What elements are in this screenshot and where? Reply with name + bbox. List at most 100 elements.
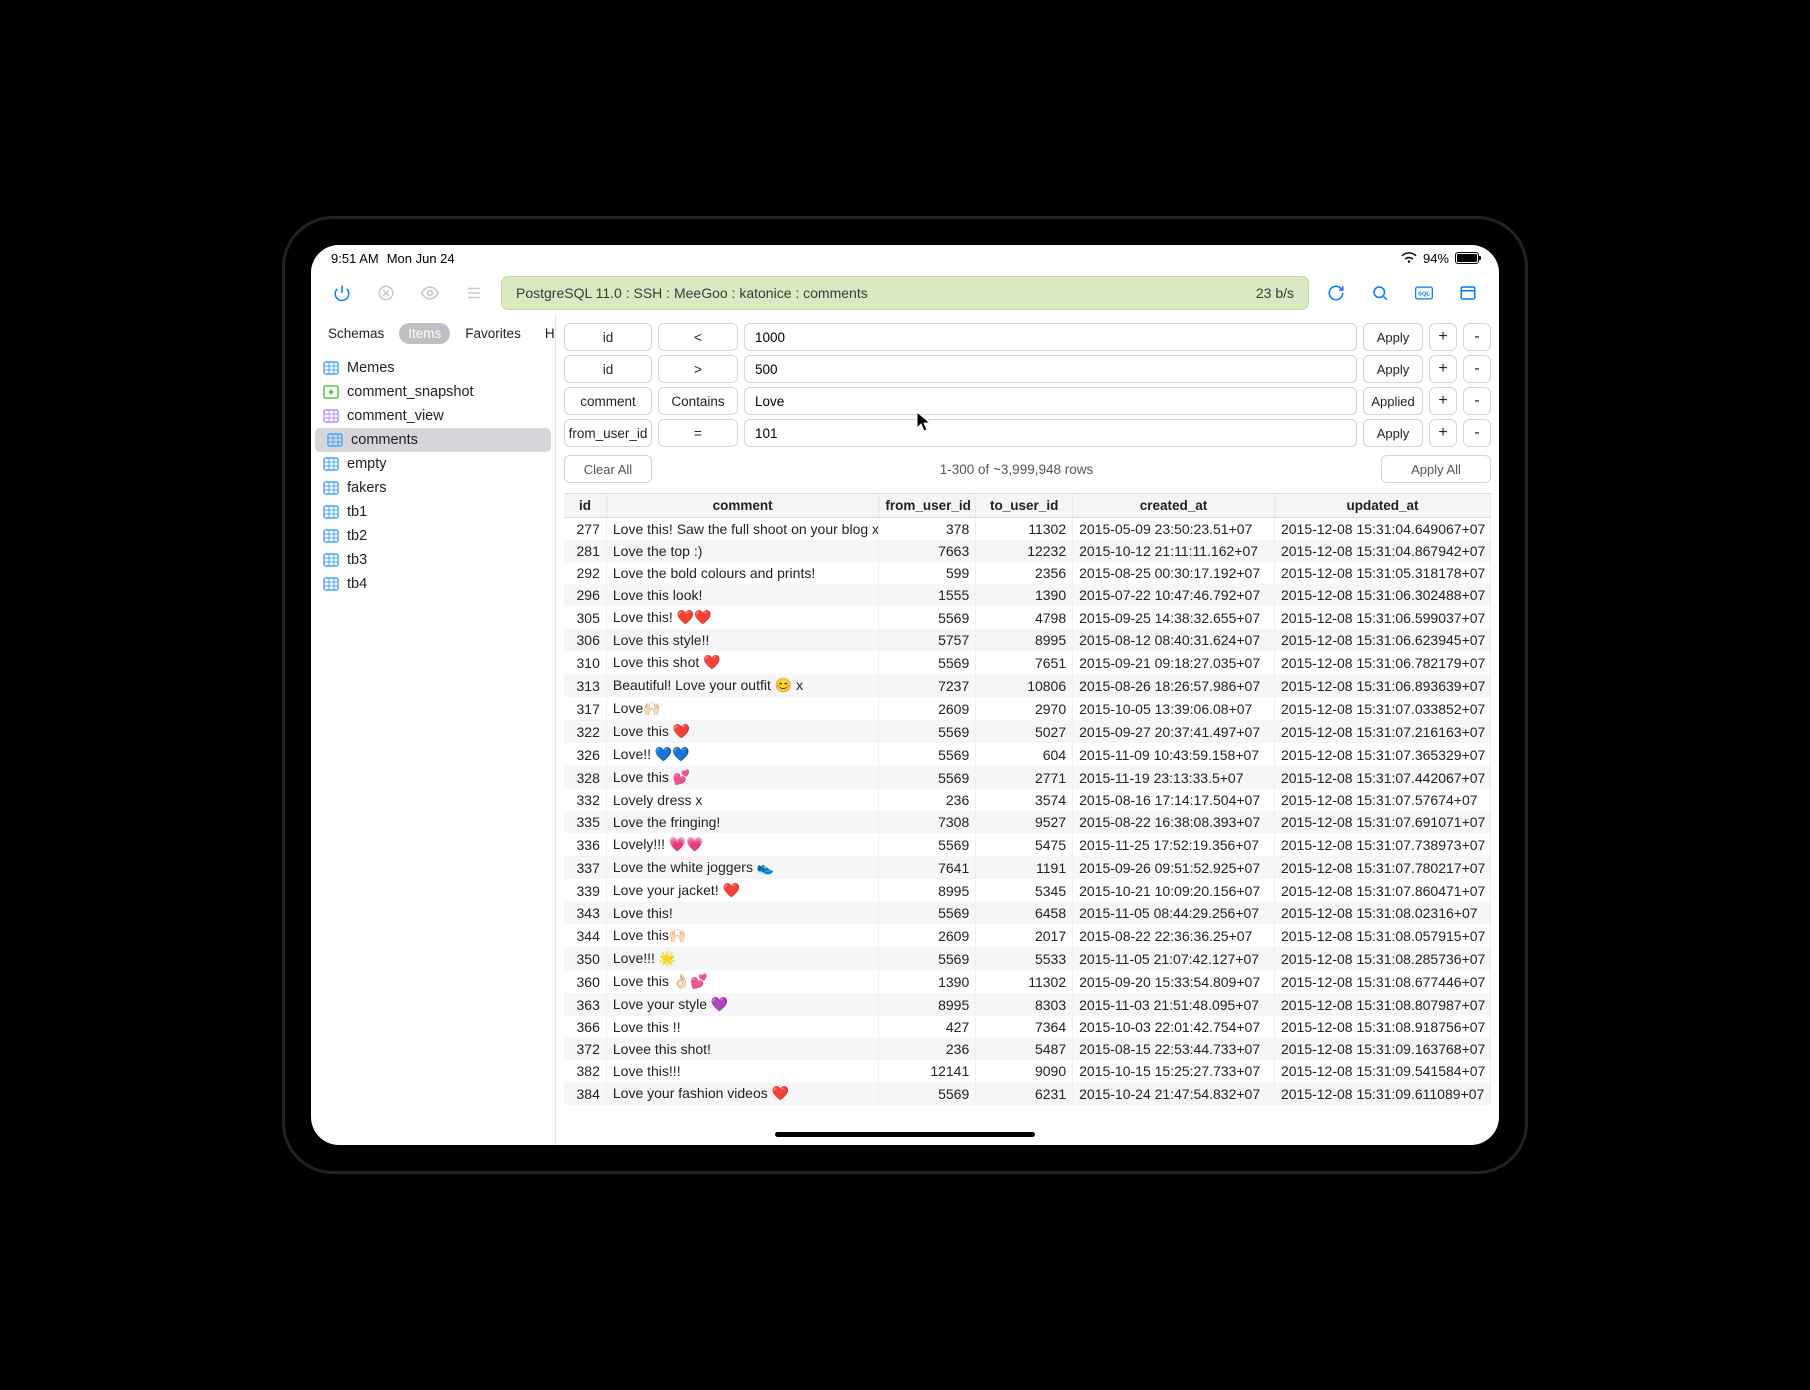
cell-to-user-id[interactable]: 1191 — [976, 856, 1073, 879]
cell-created-at[interactable]: 2015-08-16 17:14:17.504+07 — [1073, 789, 1275, 811]
cell-updated-at[interactable]: 2015-12-08 15:31:07.691071+07 — [1274, 811, 1490, 833]
filter-remove-button[interactable]: - — [1463, 323, 1491, 351]
cell-from-user-id[interactable]: 7237 — [879, 674, 976, 697]
cell-from-user-id[interactable]: 8995 — [879, 993, 976, 1016]
sidebar-item-tb1[interactable]: tb1 — [311, 500, 555, 524]
cell-comment[interactable]: Love!!! 🌟 — [606, 947, 879, 970]
filter-remove-button[interactable]: - — [1463, 419, 1491, 447]
cell-from-user-id[interactable]: 1555 — [879, 584, 976, 606]
cell-to-user-id[interactable]: 4798 — [976, 606, 1073, 629]
data-table-wrap[interactable]: id comment from_user_id to_user_id creat… — [564, 493, 1491, 1145]
refresh-icon[interactable] — [1319, 276, 1353, 310]
filter-add-button[interactable]: + — [1429, 387, 1457, 415]
cell-from-user-id[interactable]: 5569 — [879, 743, 976, 766]
cell-updated-at[interactable]: 2015-12-08 15:31:05.318178+07 — [1274, 562, 1490, 584]
sidebar-tab-items[interactable]: Items — [399, 323, 450, 344]
cell-id[interactable]: 332 — [564, 789, 606, 811]
cell-id[interactable]: 350 — [564, 947, 606, 970]
cell-to-user-id[interactable]: 2017 — [976, 924, 1073, 947]
cell-created-at[interactable]: 2015-08-22 22:36:36.25+07 — [1073, 924, 1275, 947]
column-header-id[interactable]: id — [564, 494, 606, 518]
table-row[interactable]: 366Love this !!42773642015-10-03 22:01:4… — [564, 1016, 1491, 1038]
cell-updated-at[interactable]: 2015-12-08 15:31:07.033852+07 — [1274, 697, 1490, 720]
cell-created-at[interactable]: 2015-10-24 21:47:54.832+07 — [1073, 1082, 1275, 1105]
table-row[interactable]: 277Love this! Saw the full shoot on your… — [564, 518, 1491, 541]
cell-created-at[interactable]: 2015-11-19 23:13:33.5+07 — [1073, 766, 1275, 789]
table-row[interactable]: 336Lovely!!! 💗💗556954752015-11-25 17:52:… — [564, 833, 1491, 856]
cell-comment[interactable]: Love this shot ❤️ — [606, 651, 879, 674]
cell-to-user-id[interactable]: 12232 — [976, 540, 1073, 562]
clear-all-button[interactable]: Clear All — [564, 455, 652, 483]
cell-from-user-id[interactable]: 5569 — [879, 651, 976, 674]
cell-from-user-id[interactable]: 7641 — [879, 856, 976, 879]
column-header-from-user-id[interactable]: from_user_id — [879, 494, 976, 518]
cell-id[interactable]: 336 — [564, 833, 606, 856]
cell-created-at[interactable]: 2015-10-15 15:25:27.733+07 — [1073, 1060, 1275, 1082]
cell-id[interactable]: 328 — [564, 766, 606, 789]
cell-to-user-id[interactable]: 11302 — [976, 518, 1073, 541]
cell-updated-at[interactable]: 2015-12-08 15:31:08.918756+07 — [1274, 1016, 1490, 1038]
cell-created-at[interactable]: 2015-08-25 00:30:17.192+07 — [1073, 562, 1275, 584]
table-row[interactable]: 384Love your fashion videos ❤️5569623120… — [564, 1082, 1491, 1105]
sidebar-tab-history[interactable]: History — [536, 323, 556, 344]
filter-operator-select[interactable]: Contains — [658, 387, 738, 415]
cell-created-at[interactable]: 2015-11-25 17:52:19.356+07 — [1073, 833, 1275, 856]
table-row[interactable]: 310Love this shot ❤️556976512015-09-21 0… — [564, 651, 1491, 674]
cell-updated-at[interactable]: 2015-12-08 15:31:09.541584+07 — [1274, 1060, 1490, 1082]
cell-to-user-id[interactable]: 5345 — [976, 879, 1073, 902]
cell-to-user-id[interactable]: 7651 — [976, 651, 1073, 674]
cell-to-user-id[interactable]: 2771 — [976, 766, 1073, 789]
search-icon[interactable] — [1363, 276, 1397, 310]
cell-created-at[interactable]: 2015-08-22 16:38:08.393+07 — [1073, 811, 1275, 833]
filter-column-select[interactable]: id — [564, 355, 652, 383]
cell-created-at[interactable]: 2015-10-12 21:11:11.162+07 — [1073, 540, 1275, 562]
cell-comment[interactable]: Love🙌🏻 — [606, 697, 879, 720]
filter-operator-select[interactable]: < — [658, 323, 738, 351]
cell-from-user-id[interactable]: 7308 — [879, 811, 976, 833]
sql-editor-icon[interactable]: SQL — [1407, 276, 1441, 310]
column-header-comment[interactable]: comment — [606, 494, 879, 518]
cell-comment[interactable]: Love your style 💜 — [606, 993, 879, 1016]
table-row[interactable]: 296Love this look!155513902015-07-22 10:… — [564, 584, 1491, 606]
panels-icon[interactable] — [1451, 276, 1485, 310]
table-row[interactable]: 292Love the bold colours and prints!5992… — [564, 562, 1491, 584]
cell-from-user-id[interactable]: 427 — [879, 1016, 976, 1038]
cell-id[interactable]: 344 — [564, 924, 606, 947]
table-row[interactable]: 337Love the white joggers 👟764111912015-… — [564, 856, 1491, 879]
column-header-to-user-id[interactable]: to_user_id — [976, 494, 1073, 518]
cell-updated-at[interactable]: 2015-12-08 15:31:08.02316+07 — [1274, 902, 1490, 924]
table-row[interactable]: 344Love this🙌🏻260920172015-08-22 22:36:3… — [564, 924, 1491, 947]
cell-id[interactable]: 306 — [564, 629, 606, 651]
cell-from-user-id[interactable]: 5569 — [879, 947, 976, 970]
cell-to-user-id[interactable]: 11302 — [976, 970, 1073, 993]
cell-id[interactable]: 277 — [564, 518, 606, 541]
cell-id[interactable]: 322 — [564, 720, 606, 743]
cell-from-user-id[interactable]: 236 — [879, 789, 976, 811]
column-header-updated-at[interactable]: updated_at — [1274, 494, 1490, 518]
cell-id[interactable]: 343 — [564, 902, 606, 924]
filter-column-select[interactable]: comment — [564, 387, 652, 415]
cell-id[interactable]: 382 — [564, 1060, 606, 1082]
apply-all-button[interactable]: Apply All — [1381, 455, 1491, 483]
table-row[interactable]: 328Love this 💕556927712015-11-19 23:13:3… — [564, 766, 1491, 789]
cell-updated-at[interactable]: 2015-12-08 15:31:04.867942+07 — [1274, 540, 1490, 562]
sidebar-item-comment_view[interactable]: comment_view — [311, 404, 555, 428]
cell-id[interactable]: 326 — [564, 743, 606, 766]
cell-to-user-id[interactable]: 5475 — [976, 833, 1073, 856]
table-row[interactable]: 313Beautiful! Love your outfit 😊 x723710… — [564, 674, 1491, 697]
cell-comment[interactable]: Beautiful! Love your outfit 😊 x — [606, 674, 879, 697]
cell-updated-at[interactable]: 2015-12-08 15:31:06.302488+07 — [1274, 584, 1490, 606]
filter-add-button[interactable]: + — [1429, 323, 1457, 351]
filter-column-select[interactable]: from_user_id — [564, 419, 652, 447]
cell-comment[interactable]: Love your jacket! ❤️ — [606, 879, 879, 902]
table-row[interactable]: 332Lovely dress x23635742015-08-16 17:14… — [564, 789, 1491, 811]
cell-comment[interactable]: Love this! — [606, 902, 879, 924]
sidebar-item-tb2[interactable]: tb2 — [311, 524, 555, 548]
cell-updated-at[interactable]: 2015-12-08 15:31:07.738973+07 — [1274, 833, 1490, 856]
cell-comment[interactable]: Love this!!! — [606, 1060, 879, 1082]
cell-id[interactable]: 296 — [564, 584, 606, 606]
cell-id[interactable]: 339 — [564, 879, 606, 902]
cell-comment[interactable]: Love!! 💙💙 — [606, 743, 879, 766]
cell-id[interactable]: 363 — [564, 993, 606, 1016]
cell-created-at[interactable]: 2015-08-12 08:40:31.624+07 — [1073, 629, 1275, 651]
